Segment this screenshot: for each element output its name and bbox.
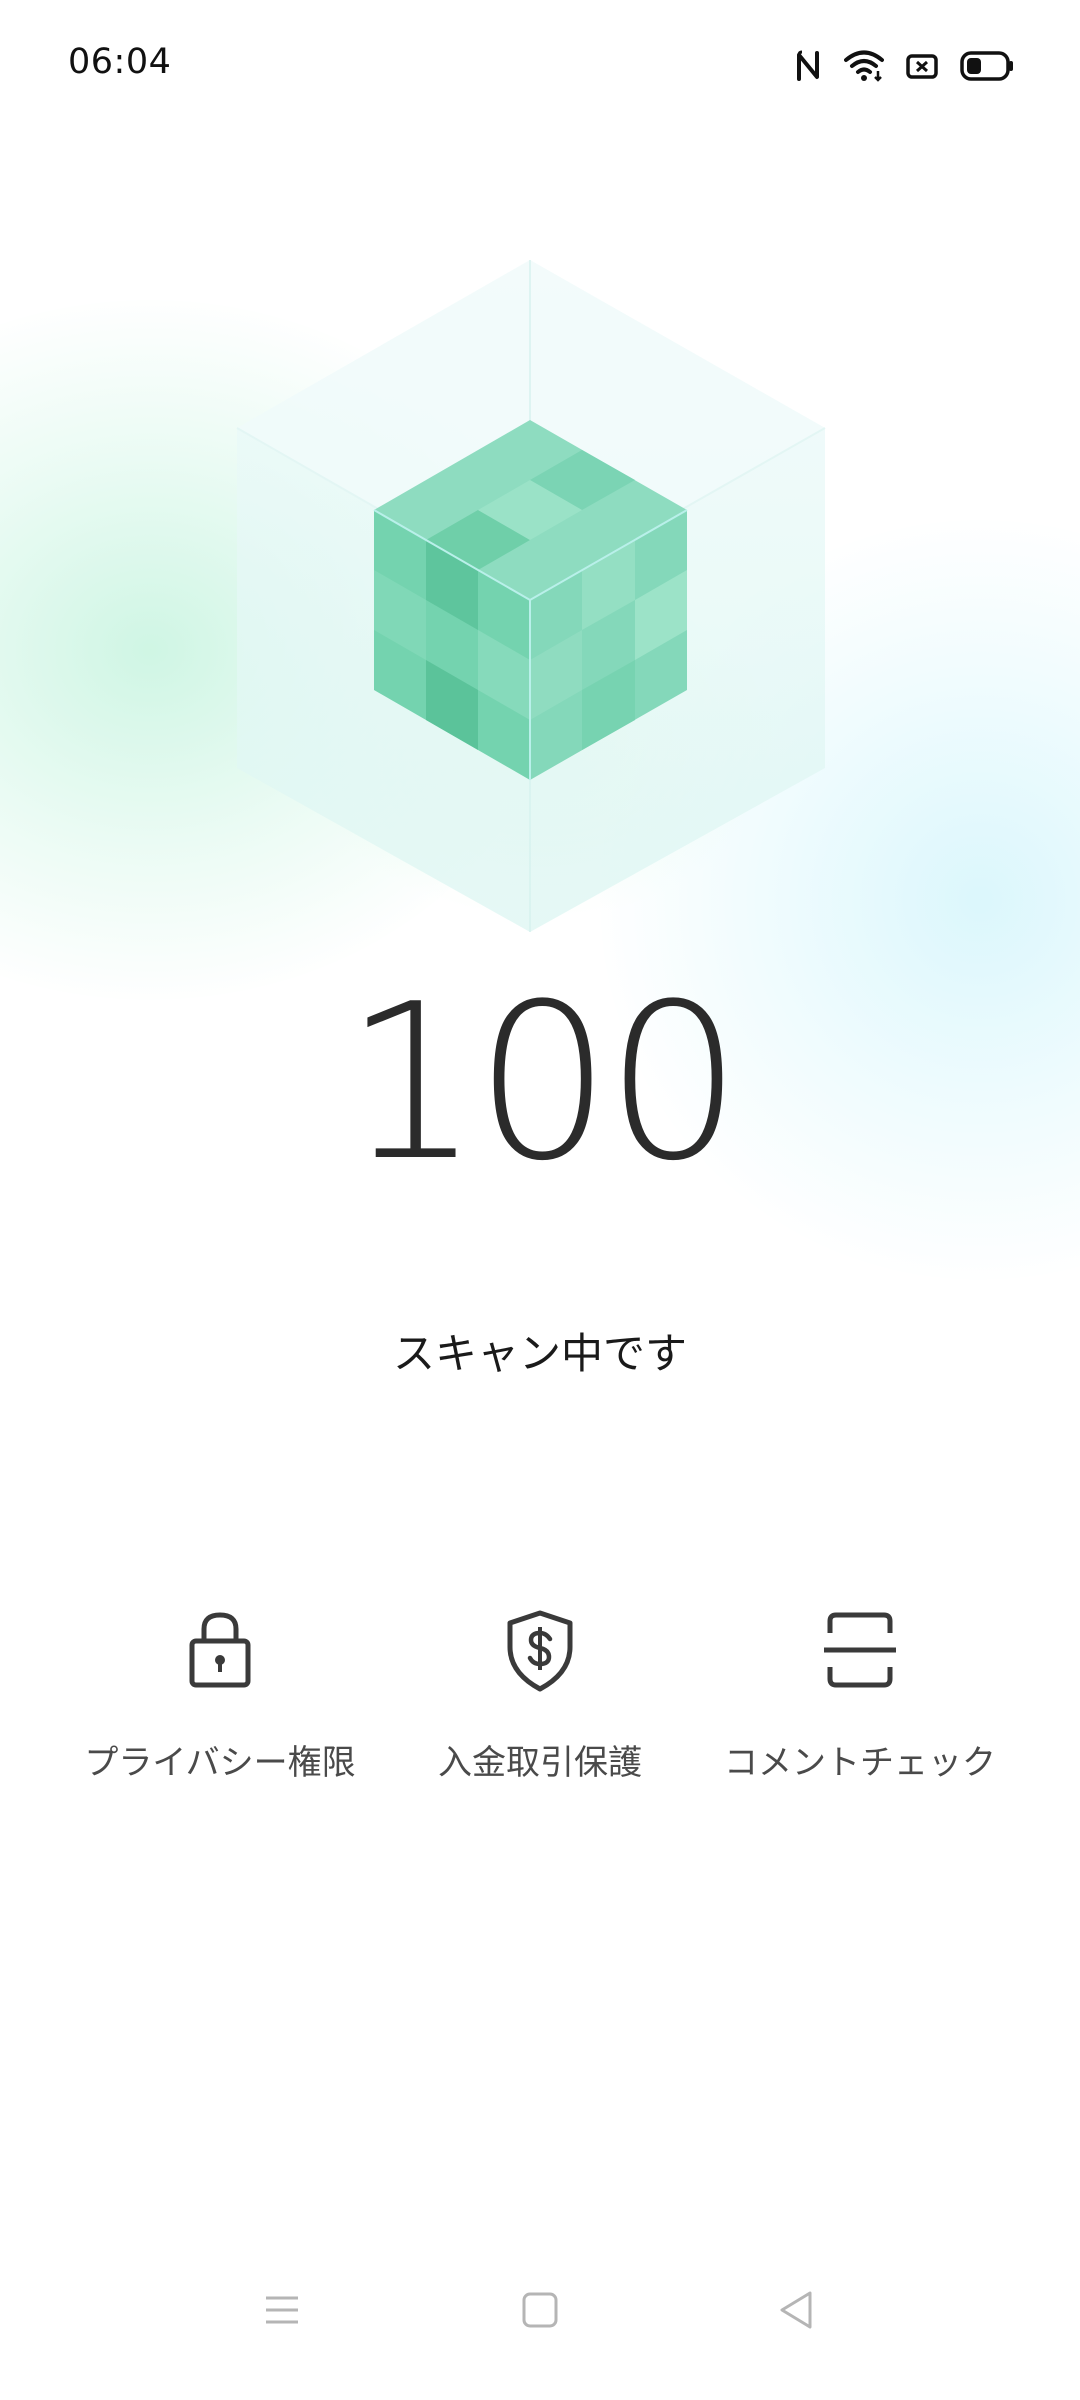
home-icon [522,2292,558,2328]
wifi-icon [844,49,884,83]
scan-frame-icon [820,1605,900,1695]
green-cube-icon [236,260,826,932]
recent-apps-button[interactable] [222,2270,342,2350]
notification-icon [906,52,938,80]
feature-privacy-permissions[interactable]: プライバシー権限 [50,1605,390,1795]
battery-icon [960,51,1014,81]
shield-dollar-icon [500,1605,580,1695]
back-button[interactable] [736,2270,856,2350]
feature-label: 入金取引保護 [438,1743,642,1783]
scan-screen: 06:04 100 スキャン中です プライバシー権限 入金取引保護 コメントチェ… [0,0,1080,2400]
nfc-icon [794,49,822,83]
feature-list: プライバシー権限 入金取引保護 コメントチェック [0,1605,1080,1795]
navigation-bar [0,2250,1080,2400]
scan-status-text: スキャン中です [392,1329,687,1378]
feature-label: コメントチェック [724,1743,996,1783]
status-bar: 06:04 [0,0,1080,130]
status-time: 06:04 [68,42,172,82]
menu-icon [266,2296,298,2324]
lock-icon [180,1605,260,1695]
feature-deposit-protection[interactable]: 入金取引保護 [370,1605,710,1795]
hero-graphic [225,260,855,960]
scan-score: 100 [343,957,742,1208]
feature-label: プライバシー権限 [84,1743,356,1783]
status-icons [794,46,1014,86]
feature-comment-check[interactable]: コメントチェック [690,1605,1030,1795]
home-button[interactable] [480,2270,600,2350]
back-icon [780,2291,812,2329]
